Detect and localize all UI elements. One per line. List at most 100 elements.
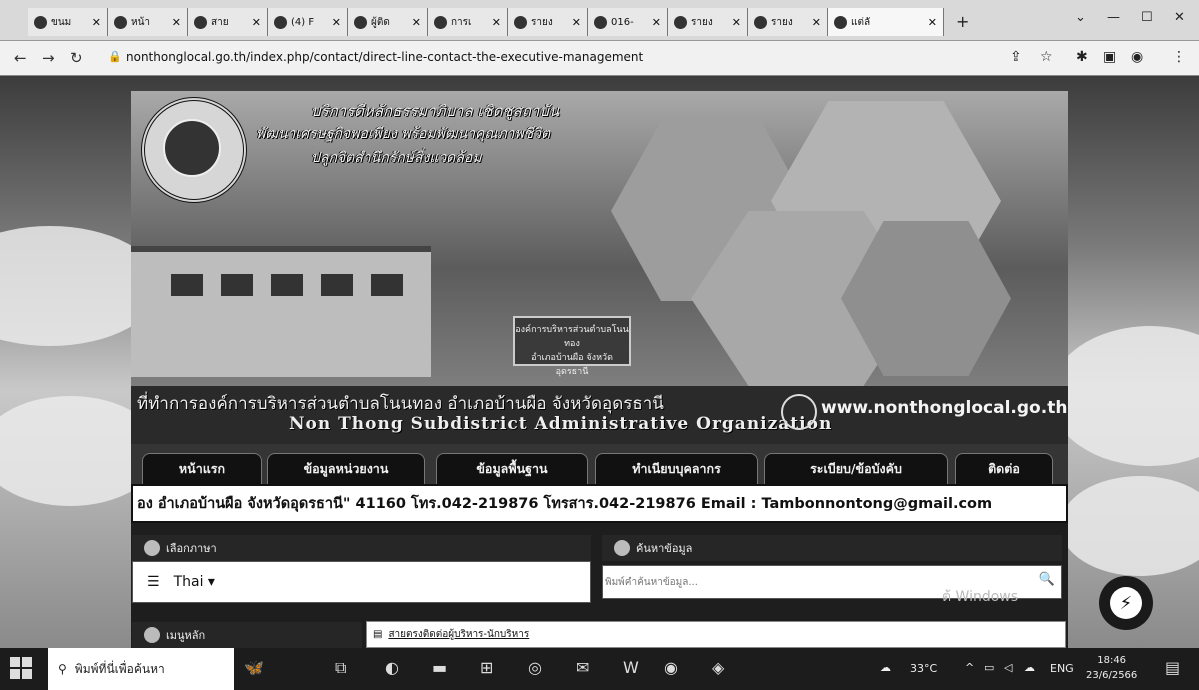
minimize-button[interactable]: —: [1107, 10, 1120, 25]
nav-tab-agency-info[interactable]: ข้อมูลหน่วยงาน: [267, 453, 425, 484]
close-icon[interactable]: ✕: [172, 16, 181, 29]
windows-start-icon[interactable]: [10, 657, 32, 679]
back-icon[interactable]: ←: [14, 49, 27, 67]
windows-taskbar: ⚲ พิมพ์ที่นี่เพื่อค้นหา 🦋 ⧉ ◐ ▬ ⊞ ◎ ✉ W …: [0, 648, 1199, 690]
site-icon: [34, 15, 47, 29]
onedrive-icon[interactable]: ☁: [1024, 661, 1035, 674]
taskbar-search[interactable]: ⚲ พิมพ์ที่นี่เพื่อค้นหา: [48, 648, 234, 690]
input-language[interactable]: ENG: [1050, 662, 1074, 675]
messenger-icon: ⚡: [1110, 587, 1142, 619]
nav-tab-home[interactable]: หน้าแรก: [142, 453, 262, 484]
share-icon[interactable]: ⇪: [1010, 49, 1022, 65]
breadcrumb: ▤ สายตรงติดต่อผู้บริหาร-นักบริหาร: [366, 621, 1066, 648]
site-title-thai: ที่ทำการองค์การบริหารส่วนตำบลโนนทอง อำเภ…: [137, 394, 664, 414]
messenger-chat-button[interactable]: ⚡: [1099, 576, 1153, 630]
sidepanel-icon[interactable]: ▣: [1103, 49, 1116, 65]
browser-tab[interactable]: รายง ✕: [668, 8, 748, 36]
close-icon[interactable]: ✕: [812, 16, 821, 29]
close-icon[interactable]: ✕: [572, 16, 581, 29]
page-viewport: บริการดีหลักธรรมาภิบาล เชิดชูสถาบัน พัฒน…: [0, 76, 1199, 648]
close-icon[interactable]: ✕: [92, 16, 101, 29]
site-icon: [834, 15, 847, 29]
main-menu-section-header: เมนูหลัก: [132, 622, 362, 648]
network-icon[interactable]: ▭: [984, 661, 994, 674]
browser-tab[interactable]: (4) F ✕: [268, 8, 348, 36]
windows-activation-watermark: ต้ Windows: [942, 589, 1019, 605]
bookmark-star-icon[interactable]: ☆: [1040, 49, 1053, 65]
weather-icon[interactable]: ☁: [880, 661, 906, 674]
nav-tab-personnel[interactable]: ทำเนียบบุคลากร: [595, 453, 758, 484]
browser-tab[interactable]: ผู้ติด ✕: [348, 8, 428, 36]
close-icon[interactable]: ✕: [492, 16, 501, 29]
tab-search-icon[interactable]: ⌄: [1075, 10, 1086, 25]
tray-expand-icon[interactable]: ^: [965, 661, 974, 674]
website-container: บริการดีหลักธรรมาภิบาล เชิดชูสถาบัน พัฒน…: [131, 91, 1068, 648]
background-cloud: [1050, 326, 1199, 466]
lock-icon[interactable]: 🔒: [108, 50, 122, 63]
app-icon[interactable]: ◈: [712, 658, 732, 678]
extensions-icon[interactable]: ✱: [1076, 49, 1088, 65]
menu-icon: [144, 627, 160, 643]
search-icon[interactable]: 🔍: [1039, 572, 1055, 587]
site-icon: [754, 15, 767, 29]
search-icon: ⚲: [58, 662, 67, 676]
window-close-button[interactable]: ✕: [1174, 10, 1185, 25]
contact-marquee: อง อำเภอบ้านผือ จังหวัดอุดรธานี" 41160 โ…: [131, 484, 1068, 523]
language-section-header: เลือกภาษา: [132, 535, 591, 561]
chrome-icon[interactable]: ◎: [528, 658, 548, 678]
new-tab-button[interactable]: +: [956, 12, 969, 31]
site-title-english: Non Thong Subdistrict Administrative Org…: [289, 414, 833, 434]
reload-icon[interactable]: ↻: [70, 49, 83, 67]
list-icon: ☰: [147, 574, 160, 590]
close-icon[interactable]: ✕: [652, 16, 661, 29]
url-field[interactable]: nonthonglocal.go.th/index.php/contact/di…: [126, 50, 643, 64]
browser-tab[interactable]: หน้า ✕: [108, 8, 188, 36]
language-selector[interactable]: ☰ Thai ▾: [132, 561, 591, 603]
site-icon: [514, 15, 527, 29]
forward-icon[interactable]: →: [42, 49, 55, 67]
browser-tab[interactable]: รายง ✕: [508, 8, 588, 36]
close-icon[interactable]: ✕: [928, 16, 937, 29]
office-signboard: องค์การบริหารส่วนตำบลโนนทอง อำเภอบ้านผือ…: [513, 316, 631, 377]
maximize-button[interactable]: ☐: [1141, 10, 1153, 25]
office-building-image: [131, 246, 431, 377]
language-icon: [144, 540, 160, 556]
header-banner: บริการดีหลักธรรมาภิบาล เชิดชูสถาบัน พัฒน…: [131, 91, 1068, 386]
nav-tab-regulations[interactable]: ระเบียบ/ข้อบังคับ: [764, 453, 948, 484]
nav-tab-contact[interactable]: ติดต่อ: [955, 453, 1053, 484]
browser-tab[interactable]: การเ ✕: [428, 8, 508, 36]
task-view-icon[interactable]: ⧉: [335, 658, 355, 678]
line-icon[interactable]: ◉: [664, 658, 684, 678]
store-icon[interactable]: ⊞: [480, 658, 500, 678]
taskbar-clock[interactable]: 18:46 23/6/2566: [1086, 653, 1137, 683]
notification-icon[interactable]: ▤: [1165, 658, 1185, 678]
profile-avatar-icon[interactable]: ◉: [1131, 49, 1143, 65]
site-title-bar: ที่ทำการองค์การบริหารส่วนตำบลโนนทอง อำเภ…: [131, 386, 1068, 444]
background-cloud: [1060, 476, 1199, 576]
more-menu-icon[interactable]: ⋮: [1172, 49, 1186, 65]
close-icon[interactable]: ✕: [332, 16, 341, 29]
app-icon[interactable]: ✉: [576, 658, 596, 678]
browser-tab[interactable]: รายง ✕: [748, 8, 828, 36]
file-explorer-icon[interactable]: ▬: [432, 658, 452, 678]
site-url-text: www.nonthonglocal.go.th: [821, 398, 1068, 418]
word-icon[interactable]: W: [623, 658, 643, 678]
main-navigation: หน้าแรก ข้อมูลหน่วยงาน ข้อมูลพื้นฐาน ทำเ…: [131, 444, 1068, 484]
browser-tab[interactable]: สาย ✕: [188, 8, 268, 36]
edge-icon[interactable]: ◐: [385, 658, 405, 678]
site-icon: [354, 15, 367, 29]
browser-tab-active[interactable]: แต่ลั ✕: [828, 8, 944, 36]
close-icon[interactable]: ✕: [252, 16, 261, 29]
volume-icon[interactable]: ◁: [1004, 661, 1012, 674]
site-icon: [674, 15, 687, 29]
nav-tab-basic-info[interactable]: ข้อมูลพื้นฐาน: [436, 453, 588, 484]
close-icon[interactable]: ✕: [412, 16, 421, 29]
facebook-icon: [274, 15, 287, 29]
temperature-text[interactable]: 33°C: [910, 662, 937, 675]
search-highlight-icon[interactable]: 🦋: [244, 658, 304, 678]
browser-tab[interactable]: ขนม ✕: [28, 8, 108, 36]
close-icon[interactable]: ✕: [732, 16, 741, 29]
browser-tab[interactable]: 016- ✕: [588, 8, 668, 36]
site-icon: [194, 15, 207, 29]
site-icon: [594, 15, 607, 29]
